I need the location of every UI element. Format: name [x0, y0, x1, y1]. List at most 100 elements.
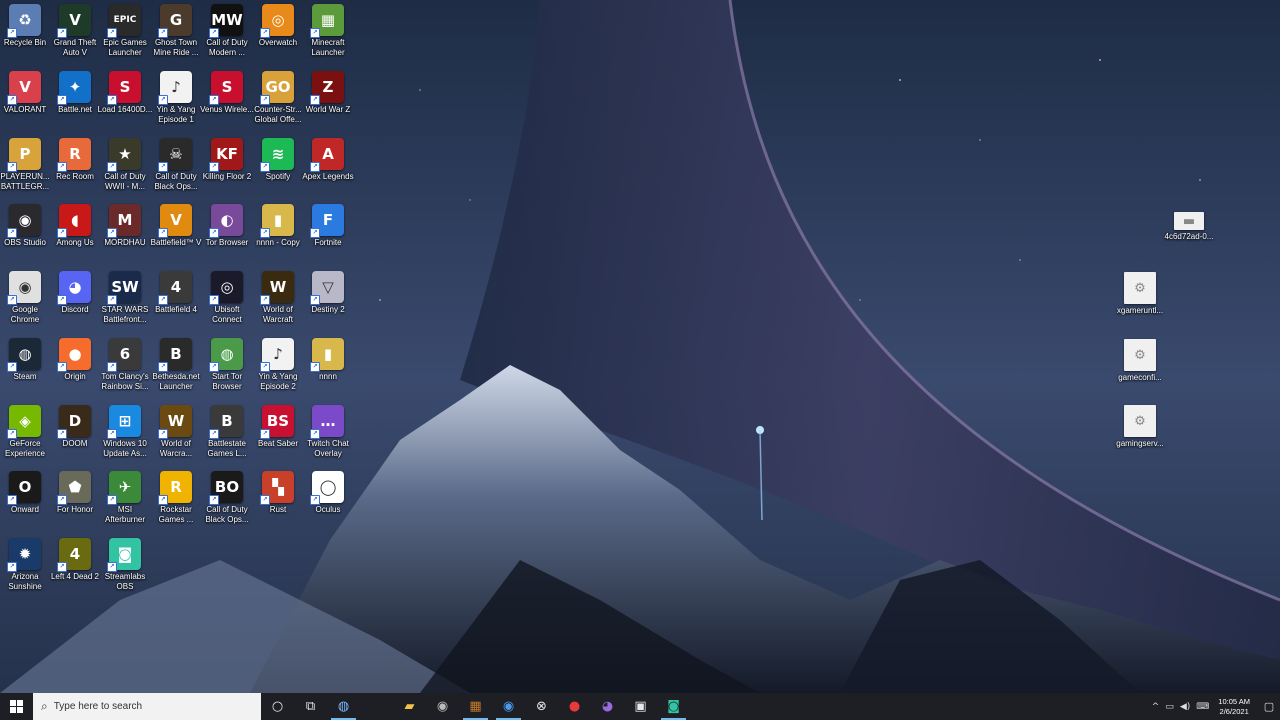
- network-icon[interactable]: ▭: [1165, 702, 1174, 712]
- taskbar-search-box[interactable]: ⌕ Type here to search: [33, 693, 261, 720]
- desktop-icon[interactable]: BO ↗ Call of Duty Black Ops...: [201, 471, 253, 535]
- desktop-icon[interactable]: ◍ ↗ Steam: [0, 338, 51, 402]
- desktop-icon[interactable]: ⬟ ↗ For Honor: [49, 471, 101, 535]
- input-icon[interactable]: ⌨: [1196, 702, 1209, 712]
- desktop-icon[interactable]: A ↗ Apex Legends: [302, 138, 354, 202]
- notification-center-icon[interactable]: ▢: [1258, 700, 1280, 713]
- desktop-icon[interactable]: MW ↗ Call of Duty Modern ...: [201, 4, 253, 68]
- desktop-icon[interactable]: KF ↗ Killing Floor 2: [201, 138, 253, 202]
- desktop-icon[interactable]: ≋ ↗ Spotify: [252, 138, 304, 202]
- desktop-icon[interactable]: W ↗ World of Warcraft: [252, 271, 304, 335]
- desktop-icon[interactable]: ▽ ↗ Destiny 2: [302, 271, 354, 335]
- desktop-icon[interactable]: GO ↗ Counter-Str... Global Offe...: [252, 71, 304, 135]
- desktop-icon-label: Steam: [13, 372, 37, 381]
- desktop-icon[interactable]: B ↗ Bethesda.net Launcher: [150, 338, 202, 402]
- desktop-icon[interactable]: ♪ ↗ Yin & Yang Episode 2: [252, 338, 304, 402]
- desktop-icon[interactable]: S ↗ Load 16400D...: [98, 71, 152, 135]
- desktop-icon[interactable]: ♻ ↗ Recycle Bin: [0, 4, 51, 68]
- desktop-icon[interactable]: ◉ ↗ OBS Studio: [0, 204, 51, 268]
- taskbar-recorder[interactable]: ●: [558, 693, 591, 720]
- desktop-icon[interactable]: ✈ ↗ MSI Afterburner: [99, 471, 151, 535]
- desktop-icon[interactable]: ◙ ↗ Streamlabs OBS: [99, 538, 151, 602]
- app-icon: ◕ ↗: [57, 271, 91, 305]
- desktop-file[interactable]: ⚙ xgameruntl...: [1114, 272, 1166, 336]
- desktop-icon[interactable]: ⊞ ↗ Windows 10 Update As...: [99, 405, 151, 469]
- taskbar-xbox[interactable]: ⊗: [525, 693, 558, 720]
- desktop-icon[interactable]: ▦ ↗ Minecraft Launcher: [302, 4, 354, 68]
- taskbar: ⌕ Type here to search ○ ⧉ ◍ ▰ ◉ ▦ ◉ ⊗ ● ◕ ▣ ◙ ^ …: [0, 693, 1280, 720]
- desktop-icon[interactable]: Z ↗ World War Z: [302, 71, 354, 135]
- task-view-button[interactable]: ⧉: [294, 693, 327, 720]
- desktop-icon[interactable]: V ↗ Grand Theft Auto V: [49, 4, 101, 68]
- desktop-icon-label: Recycle Bin: [3, 38, 47, 47]
- desktop-icon[interactable]: W ↗ World of Warcra...: [150, 405, 202, 469]
- xbox-icon: ⊗: [536, 699, 547, 714]
- desktop-icon[interactable]: R ↗ Rec Room: [49, 138, 101, 202]
- desktop-icon[interactable]: SW ↗ STAR WARS Battlefront...: [99, 271, 151, 335]
- taskbar-streamlabs[interactable]: ◙: [657, 693, 690, 720]
- app-icon: ◈ ↗: [7, 405, 41, 439]
- desktop-icon[interactable]: ◈ ↗ GeForce Experience: [0, 405, 51, 469]
- desktop-icon[interactable]: M ↗ MORDHAU: [99, 204, 151, 268]
- streamlabs-icon: ◙: [667, 699, 680, 714]
- desktop-icon[interactable]: ✹ ↗ Arizona Sunshine: [0, 538, 51, 602]
- desktop-icon[interactable]: ◍ ↗ Start Tor Browser: [201, 338, 253, 402]
- desktop-icon[interactable]: ◎ ↗ Overwatch: [252, 4, 304, 68]
- desktop-icon[interactable]: G ↗ Ghost Town Mine Ride ...: [150, 4, 202, 68]
- desktop-icon[interactable]: … ↗ Twitch Chat Overlay: [302, 405, 354, 469]
- desktop-icon-label: Onward: [10, 505, 39, 514]
- app-icon: 4 ↗: [57, 538, 91, 572]
- desktop-icon[interactable]: S ↗ Venus Wirele...: [200, 71, 254, 135]
- desktop-icon[interactable]: ◕ ↗ Discord: [49, 271, 101, 335]
- taskbar-obs[interactable]: ◉: [426, 693, 459, 720]
- taskbar-file-explorer[interactable]: ▰: [393, 693, 426, 720]
- desktop-icon[interactable]: O ↗ Onward: [0, 471, 51, 535]
- clock[interactable]: 10:05 AM 2/6/2021: [1218, 697, 1250, 717]
- speaker-icon[interactable]: ◀): [1180, 702, 1190, 712]
- desktop-icon[interactable]: ★ ↗ Call of Duty WWII - M...: [99, 138, 151, 202]
- taskbar-twitch-chat[interactable]: ◕: [591, 693, 624, 720]
- desktop-icon[interactable]: D ↗ DOOM: [49, 405, 101, 469]
- desktop-icon[interactable]: 4 ↗ Battlefield 4: [150, 271, 202, 335]
- taskbar-chrome[interactable]: ◉: [492, 693, 525, 720]
- desktop-icon[interactable]: BS ↗ Beat Saber: [252, 405, 304, 469]
- desktop-file[interactable]: ⚙ gameconfi...: [1114, 339, 1166, 403]
- desktop-icon[interactable]: B ↗ Battlestate Games L...: [201, 405, 253, 469]
- shortcut-arrow-icon: ↗: [260, 295, 270, 305]
- desktop-icon[interactable]: ☠ ↗ Call of Duty Black Ops...: [150, 138, 202, 202]
- desktop-icon[interactable]: ◎ ↗ Ubisoft Connect: [201, 271, 253, 335]
- start-button[interactable]: [0, 693, 33, 720]
- desktop-icon[interactable]: EPIC ↗ Epic Games Launcher: [99, 4, 151, 68]
- desktop-icon[interactable]: ♪ ↗ Yin & Yang Episode 1: [150, 71, 202, 135]
- app-icon: V ↗: [158, 204, 192, 238]
- desktop-icon[interactable]: V ↗ VALORANT: [0, 71, 51, 135]
- cortana-button[interactable]: ○: [261, 693, 294, 720]
- desktop-icon[interactable]: ▚ ↗ Rust: [252, 471, 304, 535]
- desktop-icon[interactable]: F ↗ Fortnite: [302, 204, 354, 268]
- desktop-icon[interactable]: 4 ↗ Left 4 Dead 2: [49, 538, 101, 602]
- desktop-icon[interactable]: R ↗ Rockstar Games ...: [150, 471, 202, 535]
- taskbar-steam[interactable]: ◍: [327, 693, 360, 720]
- desktop-icon[interactable]: ● ↗ Origin: [49, 338, 101, 402]
- desktop-icon-label: Yin & Yang Episode 2: [258, 372, 298, 391]
- desktop-icon[interactable]: 6 ↗ Tom Clancy's Rainbow Si...: [99, 338, 151, 402]
- desktop-icon[interactable]: ◯ ↗ Oculus: [302, 471, 354, 535]
- app-icon: ▽ ↗: [310, 271, 344, 305]
- desktop-icon[interactable]: ◖ ↗ Among Us: [49, 204, 101, 268]
- taskbar-minecraft[interactable]: ▦: [459, 693, 492, 720]
- desktop-icon[interactable]: V ↗ Battlefield™ V: [150, 204, 202, 268]
- shortcut-arrow-icon: ↗: [107, 28, 117, 38]
- taskbar-store[interactable]: ▣: [624, 693, 657, 720]
- shortcut-arrow-icon: ↗: [209, 362, 219, 372]
- chevron-up-icon[interactable]: ^: [1152, 702, 1160, 712]
- desktop-file[interactable]: ▬ 4c6d72ad-0...: [1163, 212, 1215, 276]
- desktop-icon-label: Battlefield 4: [155, 305, 197, 314]
- desktop-file[interactable]: ⚙ gamingserv...: [1114, 405, 1166, 469]
- desktop-icon[interactable]: ◉ ↗ Google Chrome: [0, 271, 51, 335]
- desktop-icon[interactable]: P ↗ PLAYERUN... BATTLEGR...: [0, 138, 51, 202]
- desktop-icon[interactable]: ◐ ↗ Tor Browser: [201, 204, 253, 268]
- desktop-icon[interactable]: ✦ ↗ Battle.net: [49, 71, 101, 135]
- desktop-icon[interactable]: ▮ ↗ nnnn - Copy: [252, 204, 304, 268]
- desktop-icon[interactable]: ▮ ↗ nnnn: [302, 338, 354, 402]
- shortcut-arrow-icon: ↗: [209, 95, 219, 105]
